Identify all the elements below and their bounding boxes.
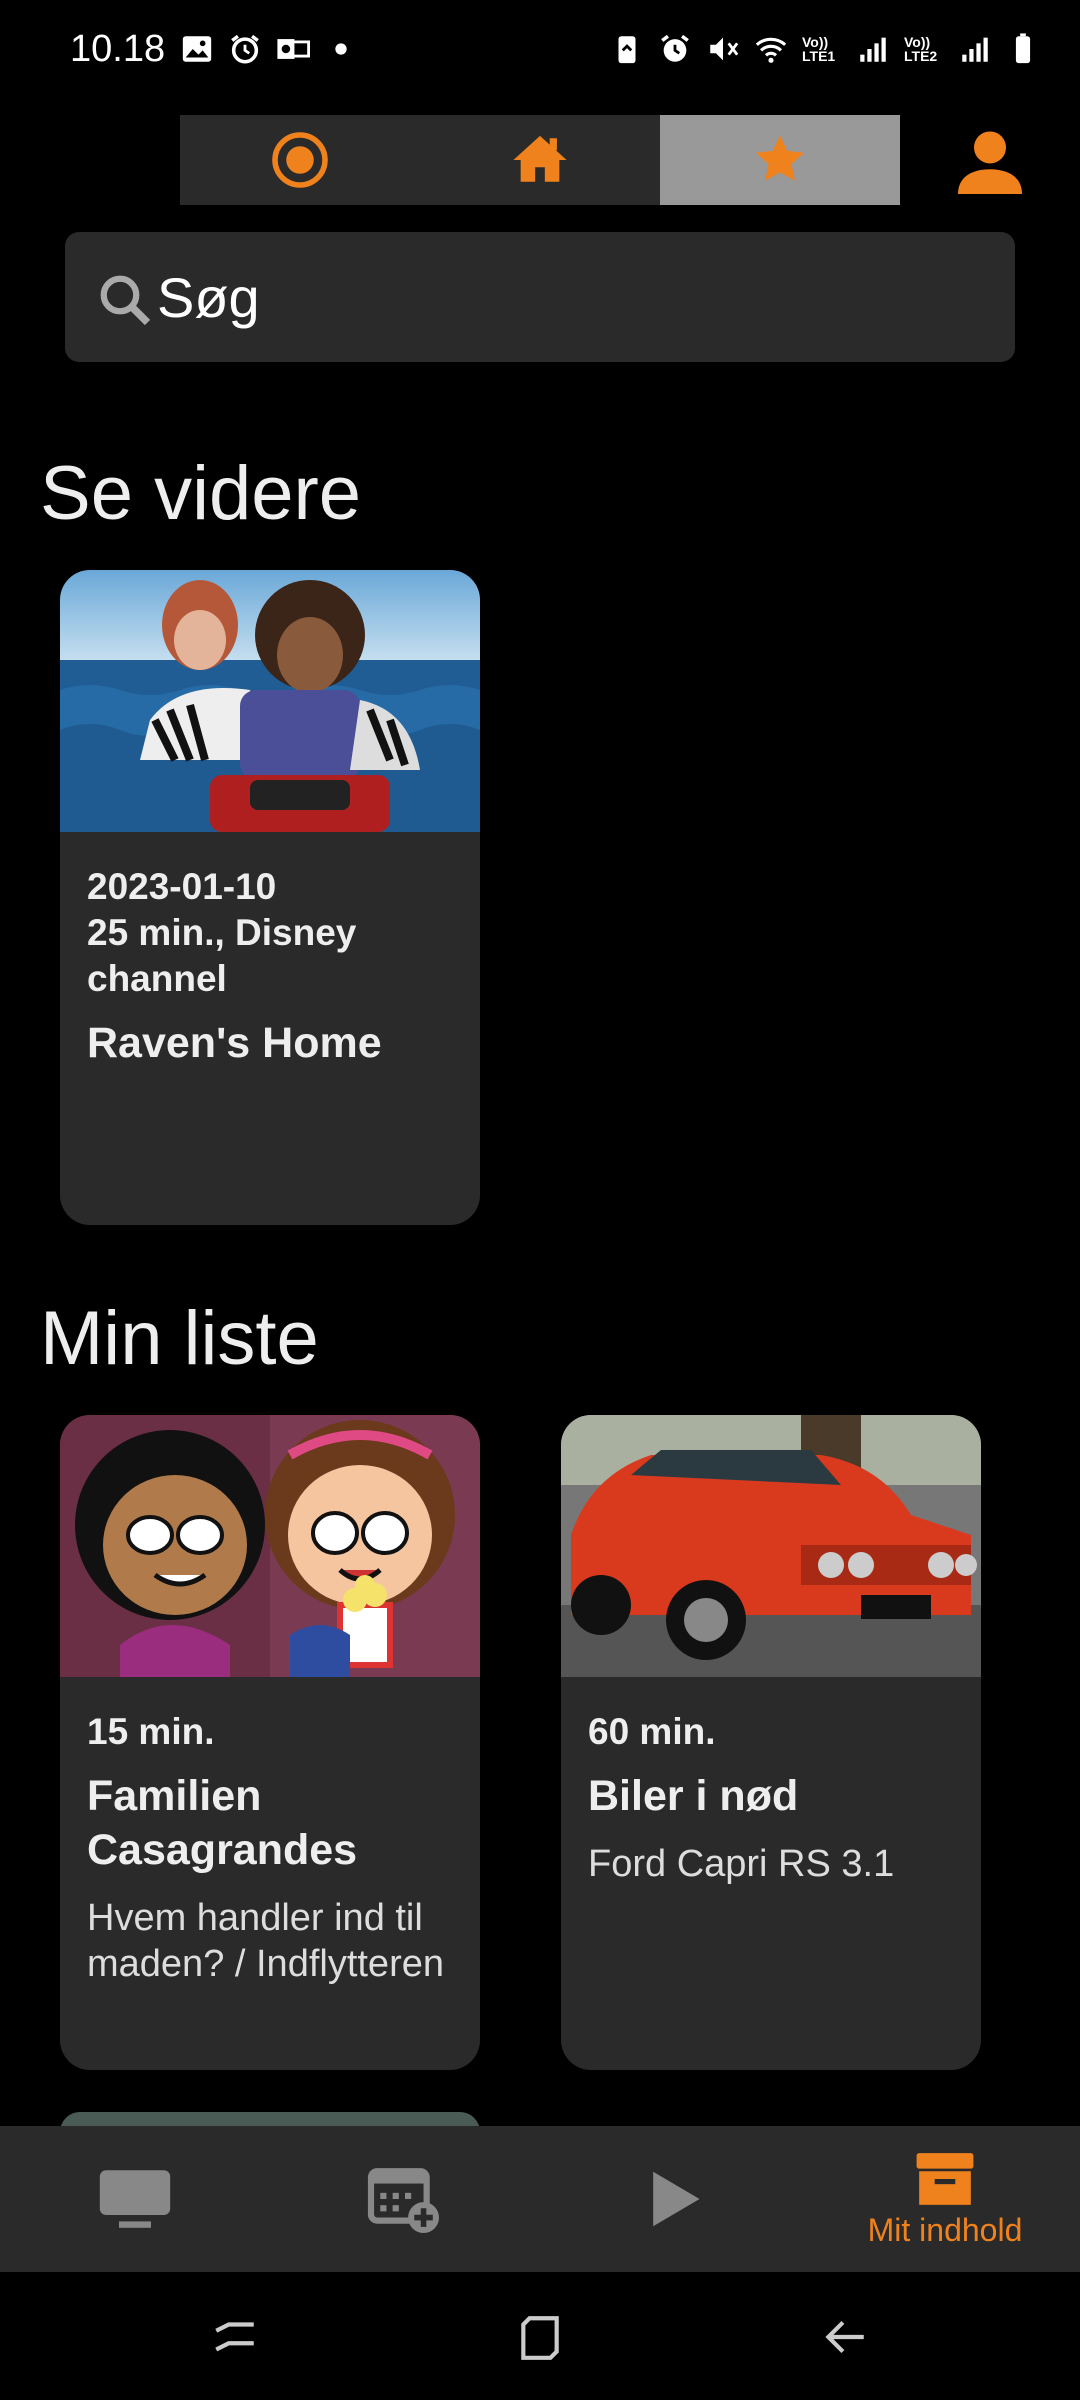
tv-icon (99, 2170, 171, 2228)
sim2-label: Vo)) LTE2 (904, 34, 938, 64)
battery-icon (1015, 33, 1031, 64)
system-nav-bar (0, 2272, 1080, 2400)
thumbnail-image (60, 570, 480, 832)
play-icon (653, 2171, 700, 2227)
person-icon (958, 131, 1022, 194)
sim1-label: Vo)) LTE1 (802, 34, 836, 64)
card-title: Raven's Home (87, 1019, 382, 1067)
continue-watching-title: Se videre (40, 451, 362, 536)
search-icon (100, 275, 151, 326)
tab-favorites[interactable] (660, 115, 900, 205)
alarm-icon (661, 34, 689, 62)
bottom-nav-schedule[interactable] (330, 2126, 480, 2272)
status-right-icons: Vo)) LTE1 Vo)) LTE2 (610, 32, 1040, 66)
bottom-nav-tv[interactable] (60, 2126, 210, 2272)
live-record-icon (272, 132, 328, 188)
card-info: 15 min. (87, 1711, 215, 1752)
mute-icon (710, 37, 739, 61)
outlook-icon (277, 39, 310, 59)
card-description: Ford Capri RS 3.1 (588, 1843, 895, 1885)
status-bar: 10.18 Vo)) LTE1 Vo)) LTE2 (0, 0, 1080, 105)
home-button-icon[interactable] (515, 2312, 565, 2362)
calendar-add-icon (367, 2168, 439, 2233)
card-description: Hvem handler ind til maden? / Indflytter… (87, 1897, 444, 1985)
archive-box-icon (916, 2152, 974, 2205)
recent-apps-icon[interactable] (210, 2312, 260, 2362)
star-icon (755, 135, 805, 181)
signal-icon (962, 37, 988, 62)
tab-live[interactable] (180, 115, 420, 205)
bottom-nav-play[interactable] (600, 2126, 750, 2272)
signal-icon (860, 37, 886, 62)
bottom-nav: Mit indhold (0, 2126, 1080, 2272)
bottom-nav-my-content[interactable]: Mit indhold (845, 2126, 1045, 2272)
profile-button[interactable] (955, 130, 1025, 194)
card-date: 2023-01-10 (87, 866, 277, 907)
thumbnail-image (60, 1415, 480, 1677)
my-list-card[interactable]: 60 min. Biler i nød Ford Capri RS 3.1 (561, 1415, 981, 2070)
top-nav (180, 115, 900, 205)
tab-home[interactable] (420, 115, 660, 205)
home-icon (513, 135, 567, 182)
wifi-icon (755, 37, 787, 63)
status-time: 10.18 (70, 28, 166, 70)
search-input[interactable] (155, 256, 979, 338)
bottom-nav-label: Mit indhold (867, 2211, 1023, 2248)
continue-watching-card[interactable]: 2023-01-10 25 min., Disney channel Raven… (60, 570, 480, 1225)
card-title: Biler i nød (588, 1772, 799, 1820)
gallery-icon (182, 36, 212, 62)
my-list-title: Min liste (40, 1296, 319, 1381)
back-icon[interactable] (820, 2312, 870, 2362)
card-title: Familien Casagrandes (87, 1772, 358, 1874)
battery-saver-icon (618, 36, 636, 64)
status-left-icons (180, 32, 358, 66)
search-bar[interactable] (65, 232, 1015, 362)
card-info: 60 min. (588, 1711, 716, 1752)
dot-icon (335, 43, 347, 55)
thumbnail-image (561, 1415, 981, 1677)
my-list-card[interactable]: 15 min. Familien Casagrandes Hvem handle… (60, 1415, 480, 2070)
card-info: 25 min., Disney channel (87, 912, 357, 999)
alarm-icon (231, 34, 259, 64)
